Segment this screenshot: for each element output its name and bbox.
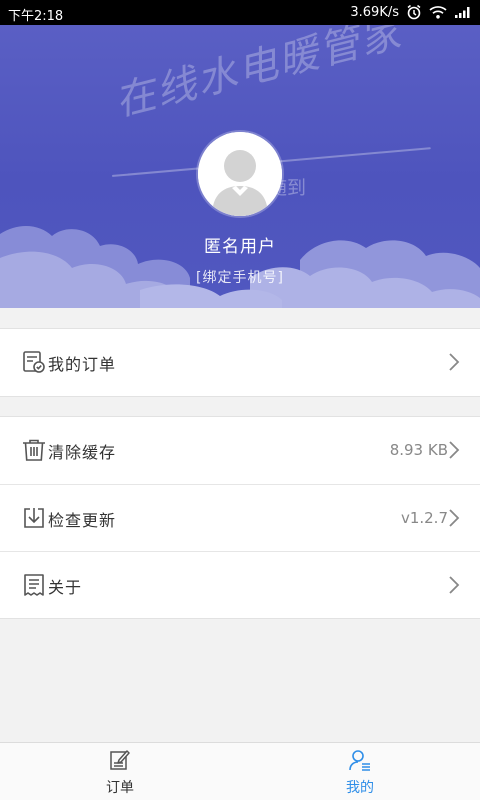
signal-icon: [454, 5, 472, 19]
bottom-nav: 订单 我的: [0, 742, 480, 800]
menu-label-my-orders: 我的订单: [48, 355, 117, 374]
status-right: 3.69K/s: [350, 4, 472, 20]
app-version-value: v1.2.7: [400, 509, 448, 527]
download-box-icon: [24, 508, 44, 528]
chevron-right-icon: [449, 353, 460, 371]
order-edit-icon: [110, 750, 130, 770]
tab-mine[interactable]: 我的: [240, 743, 480, 800]
status-bar: 下午2:18 3.69K/s: [0, 0, 480, 25]
tab-label-orders: 订单: [106, 780, 134, 796]
document-icon: [24, 574, 44, 596]
menu-item-clear-cache[interactable]: 清除缓存 8.93 KB: [0, 417, 480, 484]
chevron-right-icon: [449, 576, 460, 594]
profile-header: 在线水电暖管家 随到 匿名用户 [绑定手机号]: [0, 25, 480, 308]
user-name[interactable]: 匿名用户: [0, 232, 480, 257]
tab-label-mine: 我的: [346, 780, 374, 796]
order-check-icon: [23, 351, 45, 373]
slogan-watermark: 在线水电暖管家: [110, 25, 407, 126]
wifi-icon: [429, 5, 447, 19]
menu-item-check-update[interactable]: 检查更新 v1.2.7: [0, 484, 480, 551]
trash-icon: [23, 439, 45, 461]
menu-group-settings: 清除缓存 8.93 KB 检查更新 v1.2.7 关于: [0, 416, 480, 619]
menu-group-orders: 我的订单: [0, 328, 480, 397]
cache-size-value: 8.93 KB: [389, 441, 448, 459]
menu-label-clear-cache: 清除缓存: [48, 443, 117, 462]
status-time: 下午2:18: [8, 9, 64, 24]
menu-item-my-orders[interactable]: 我的订单: [0, 329, 480, 396]
bind-phone-link[interactable]: [绑定手机号]: [0, 267, 480, 287]
avatar[interactable]: [198, 132, 282, 216]
alarm-icon: [406, 4, 422, 20]
default-avatar-icon: [198, 132, 282, 216]
tab-orders[interactable]: 订单: [0, 743, 240, 800]
user-icon: [349, 750, 370, 771]
menu-item-about[interactable]: 关于: [0, 551, 480, 618]
chevron-right-icon: [449, 441, 460, 459]
menu-label-check-update: 检查更新: [48, 511, 117, 530]
network-speed: 3.69K/s: [350, 4, 399, 20]
menu-label-about: 关于: [48, 578, 83, 597]
chevron-right-icon: [449, 509, 460, 527]
